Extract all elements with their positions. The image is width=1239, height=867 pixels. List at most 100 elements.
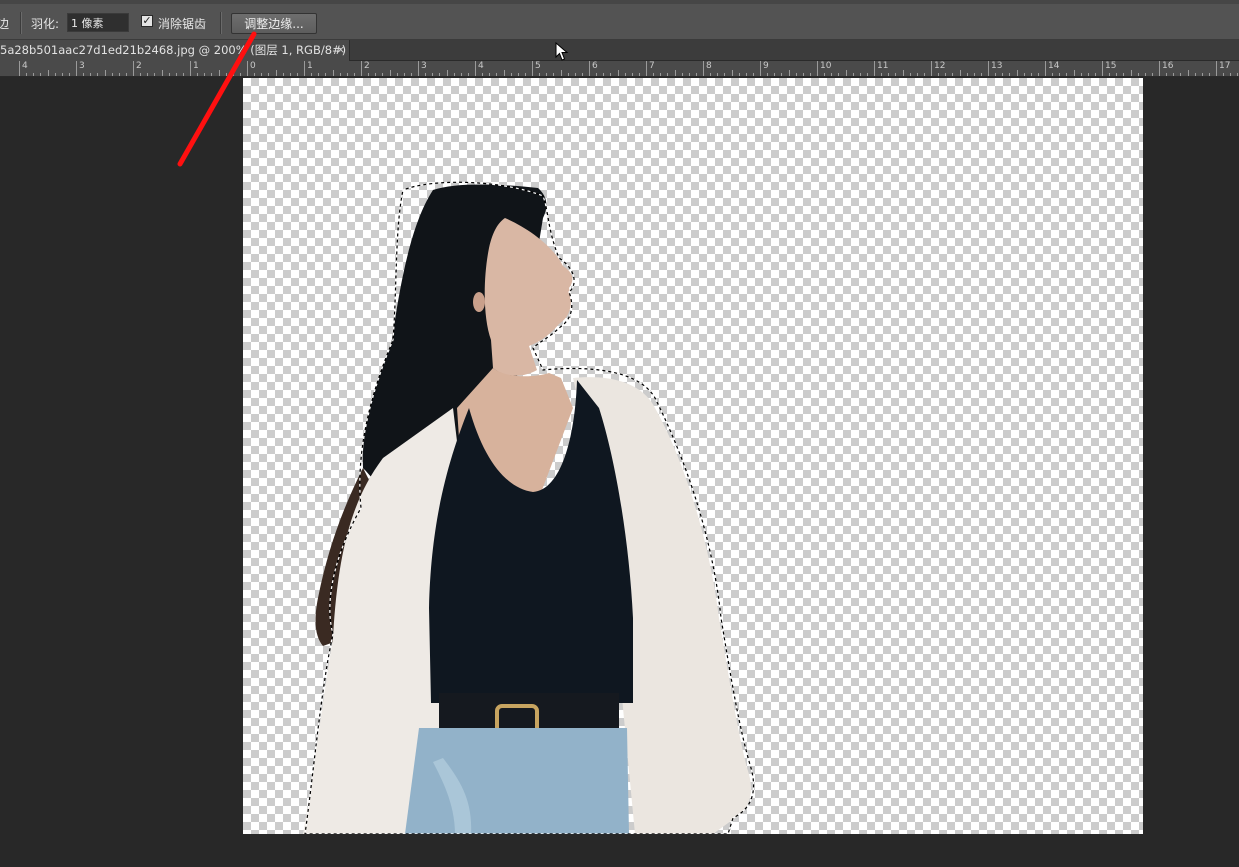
ruler-tick-label: 11	[877, 61, 889, 71]
feather-label: 羽化:	[31, 17, 60, 31]
document-tab[interactable]: 5a28b501aac27d1ed21b2468.jpg @ 200% (图层 …	[0, 40, 350, 61]
ruler-minor-tick	[1066, 73, 1068, 76]
ruler-minor-tick	[959, 70, 961, 76]
ruler-minor-tick	[218, 70, 220, 76]
ruler-minor-tick	[553, 73, 555, 76]
ruler-minor-tick	[446, 70, 448, 76]
ruler-minor-tick	[104, 70, 106, 76]
document-canvas[interactable]	[243, 78, 1143, 834]
ruler-minor-tick	[902, 70, 904, 76]
ruler-minor-tick	[154, 73, 156, 76]
ruler-minor-tick	[617, 70, 619, 76]
ruler-minor-tick	[147, 73, 149, 76]
ruler-minor-tick	[346, 73, 348, 76]
ruler-minor-tick	[282, 73, 284, 76]
ruler-minor-tick	[197, 73, 199, 76]
ruler-major-tick	[532, 61, 533, 76]
ruler-minor-tick	[175, 73, 177, 76]
ruler-tick-label: 10	[820, 61, 832, 71]
ruler-minor-tick	[574, 73, 576, 76]
ruler-minor-tick	[909, 73, 911, 76]
ruler-tick-label: 0	[250, 61, 256, 71]
document-tab-title: 5a28b501aac27d1ed21b2468.jpg @ 200% (图层 …	[0, 43, 350, 57]
ruler-major-tick	[418, 61, 419, 76]
ruler-major-tick	[1159, 61, 1160, 76]
options-partial-label: 边	[0, 17, 10, 31]
ruler-minor-tick	[603, 73, 605, 76]
ruler-major-tick	[874, 61, 875, 76]
ruler-minor-tick	[966, 73, 968, 76]
ruler-minor-tick	[482, 73, 484, 76]
ruler-minor-tick	[710, 73, 712, 76]
antialias-label: 消除锯齿	[158, 17, 207, 31]
ruler-minor-tick	[945, 73, 947, 76]
ruler-tick-label: 6	[592, 61, 598, 71]
refine-edge-button[interactable]: 调整边缘...	[231, 13, 317, 34]
ruler-minor-tick	[560, 70, 562, 76]
ruler-minor-tick	[325, 73, 327, 76]
ruler-minor-tick	[432, 73, 434, 76]
ruler-minor-tick	[1223, 73, 1225, 76]
ruler-tick-label: 16	[1162, 61, 1174, 71]
ruler-minor-tick	[425, 73, 427, 76]
ruler-major-tick	[76, 61, 77, 76]
ruler-minor-tick	[653, 73, 655, 76]
ruler-tick-label: 3	[79, 61, 85, 71]
ruler-minor-tick	[916, 73, 918, 76]
ruler-minor-tick	[546, 73, 548, 76]
ruler-minor-tick	[403, 73, 405, 76]
ruler-minor-tick	[1116, 73, 1118, 76]
ruler-minor-tick	[774, 73, 776, 76]
ruler-tick-label: 4	[22, 61, 28, 71]
ruler-minor-tick	[624, 73, 626, 76]
ruler-minor-tick	[239, 73, 241, 76]
ruler-tick-label: 1	[307, 61, 313, 71]
ruler-major-tick	[19, 61, 20, 76]
ruler-minor-tick	[881, 73, 883, 76]
ruler-minor-tick	[332, 70, 334, 76]
horizontal-ruler[interactable]: 4 3 2 1 0 1 2 3 4 5 6 7 8 9 10 11 12 13 14 15 16 17	[0, 61, 1239, 77]
ruler-minor-tick	[1030, 73, 1032, 76]
ruler-minor-tick	[396, 73, 398, 76]
ruler-minor-tick	[460, 73, 462, 76]
ruler-major-tick	[1102, 61, 1103, 76]
feather-input[interactable]	[67, 13, 129, 32]
ruler-minor-tick	[1123, 73, 1125, 76]
ruler-minor-tick	[859, 73, 861, 76]
close-icon[interactable]: ×	[336, 40, 345, 60]
ruler-minor-tick	[581, 73, 583, 76]
ruler-minor-tick	[1059, 73, 1061, 76]
ruler-tick-label: 12	[934, 61, 946, 71]
ruler-minor-tick	[1052, 73, 1054, 76]
ruler-tick-label: 14	[1048, 61, 1060, 71]
ruler-minor-tick	[296, 73, 298, 76]
ruler-minor-tick	[467, 73, 469, 76]
ruler-minor-tick	[596, 73, 598, 76]
ruler-minor-tick	[1201, 73, 1203, 76]
ruler-minor-tick	[539, 73, 541, 76]
ruler-minor-tick	[838, 73, 840, 76]
ruler-minor-tick	[410, 73, 412, 76]
ruler-minor-tick	[1137, 73, 1139, 76]
ruler-minor-tick	[866, 73, 868, 76]
ruler-minor-tick	[97, 73, 99, 76]
ruler-minor-tick	[83, 73, 85, 76]
ruler-tick-label: 5	[535, 61, 541, 71]
ruler-minor-tick	[368, 73, 370, 76]
ruler-minor-tick	[204, 73, 206, 76]
ruler-major-tick	[475, 61, 476, 76]
ruler-minor-tick	[952, 73, 954, 76]
ruler-minor-tick	[717, 73, 719, 76]
ruler-minor-tick	[1180, 73, 1182, 76]
ruler-minor-tick	[118, 73, 120, 76]
ruler-minor-tick	[524, 73, 526, 76]
ruler-minor-tick	[724, 73, 726, 76]
ruler-minor-tick	[995, 73, 997, 76]
ruler-major-tick	[817, 61, 818, 76]
ruler-minor-tick	[731, 70, 733, 76]
ruler-minor-tick	[26, 73, 28, 76]
antialias-checkbox[interactable]: ✓	[141, 15, 153, 27]
ruler-minor-tick	[182, 73, 184, 76]
ruler-tick-label: 2	[136, 61, 142, 71]
ruler-major-tick	[589, 61, 590, 76]
